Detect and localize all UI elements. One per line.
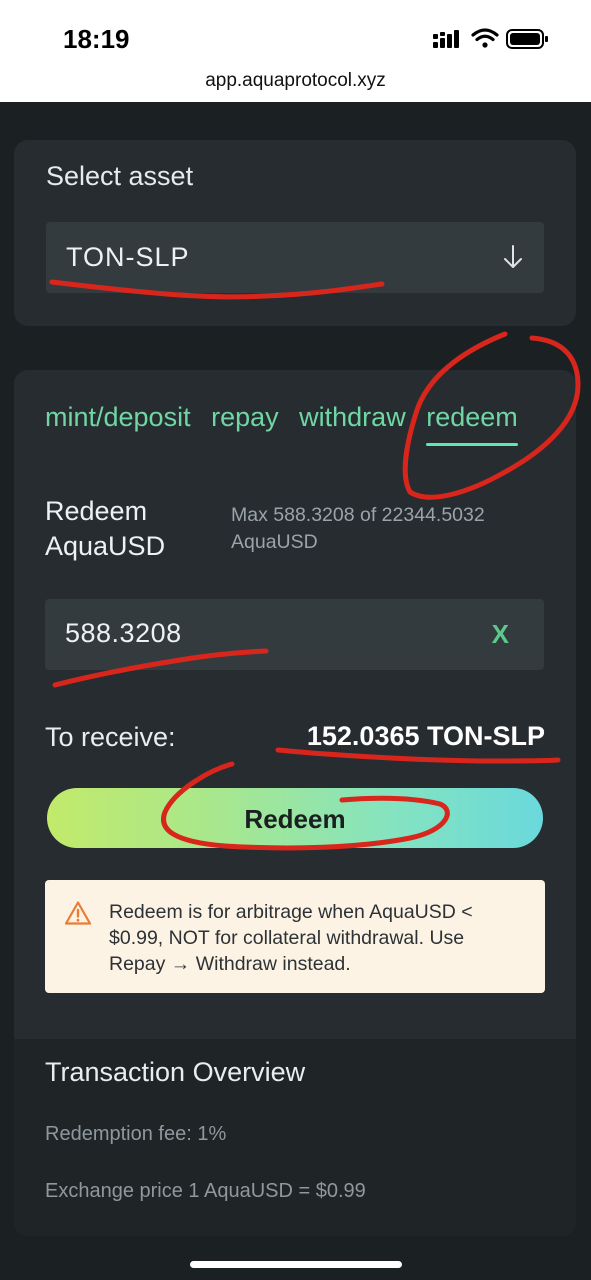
signal-icon	[433, 30, 459, 48]
redeem-button[interactable]: Redeem	[47, 788, 543, 848]
arrow-down-icon	[504, 245, 522, 268]
warning-text: Redeem is for arbitrage when AquaUSD < $…	[109, 901, 473, 975]
clear-amount-button[interactable]: X	[492, 619, 509, 650]
home-indicator	[190, 1261, 402, 1268]
battery-icon	[506, 29, 548, 49]
receive-amount: 152.0365 TON-SLP	[306, 721, 545, 751]
clock-time: 18:19	[63, 24, 130, 54]
receive-label: To receive:	[45, 722, 176, 752]
address-bar-url[interactable]: app.aquaprotocol.xyz	[0, 70, 591, 92]
system-status-icons	[433, 28, 548, 49]
wifi-icon	[471, 28, 499, 48]
amount-input-value: 588.3208	[65, 618, 182, 648]
warning-triangle-icon	[64, 901, 92, 925]
exchange-price: Exchange price 1 AquaUSD = $0.99	[45, 1180, 366, 1202]
app-page: Select asset TON-SLP mint/deposit repay …	[0, 102, 591, 1280]
redemption-fee: Redemption fee: 1%	[45, 1123, 227, 1145]
asset-dropdown[interactable]: TON-SLP	[46, 222, 544, 293]
tab-redeem[interactable]: redeem	[426, 402, 518, 446]
tab-mint-deposit[interactable]: mint/deposit	[45, 402, 191, 433]
asset-dropdown-value: TON-SLP	[66, 242, 190, 272]
action-tabs: mint/deposit repay withdraw redeem	[45, 402, 531, 446]
amount-input[interactable]: 588.3208 X	[45, 599, 544, 670]
warning-box: Redeem is for arbitrage when AquaUSD < $…	[45, 880, 545, 993]
transaction-overview: Transaction Overview Redemption fee: 1% …	[14, 1039, 576, 1236]
tab-repay[interactable]: repay	[211, 402, 279, 433]
tab-withdraw[interactable]: withdraw	[299, 402, 406, 433]
select-asset-label: Select asset	[46, 161, 194, 191]
overview-title: Transaction Overview	[45, 1057, 306, 1087]
browser-status-bar: 18:19 app.aquaprotocol.xyz	[0, 0, 591, 102]
action-card: mint/deposit repay withdraw redeem Redee…	[14, 370, 576, 1236]
select-asset-card: Select asset TON-SLP	[14, 140, 576, 326]
max-amount-info: Max 588.3208 of 22344.5032 AquaUSD	[231, 504, 485, 553]
redeem-heading: Redeem AquaUSD	[45, 496, 166, 561]
